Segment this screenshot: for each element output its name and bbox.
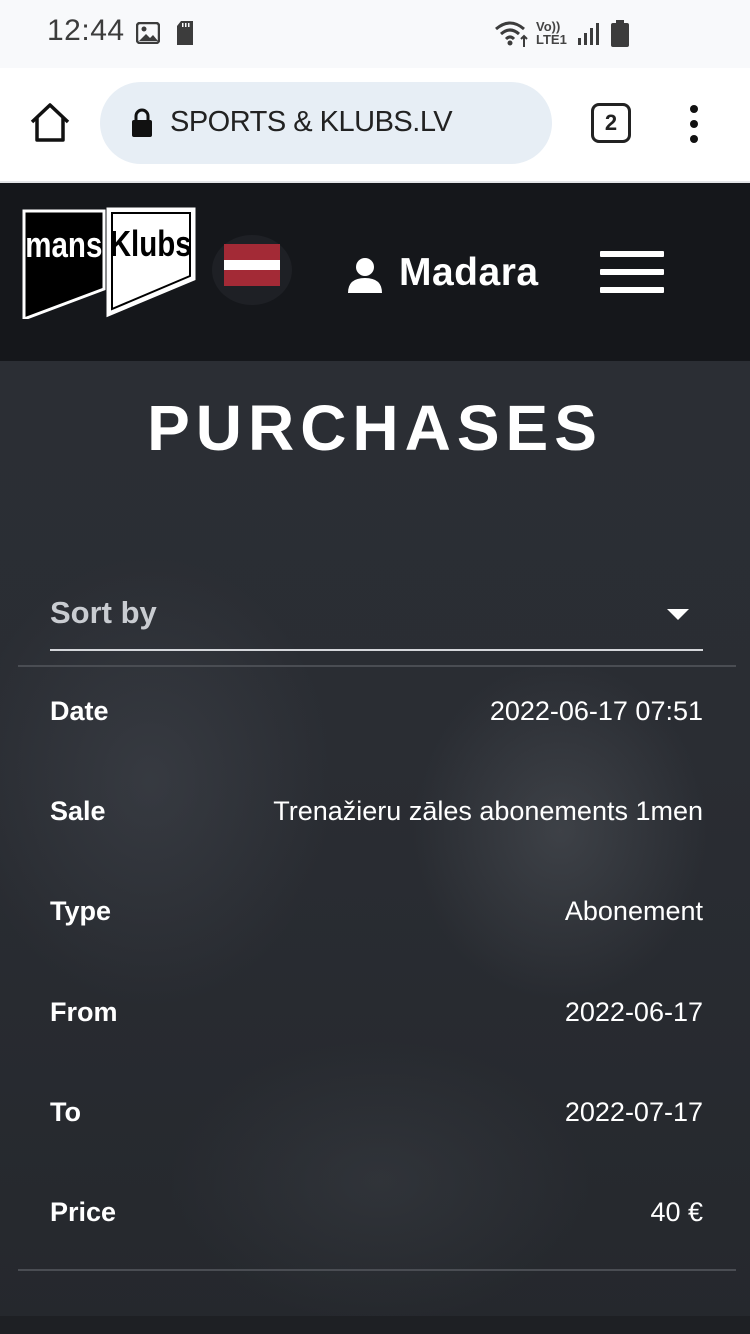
row-label: From [50,997,118,1027]
row-label: To [50,1097,81,1127]
purchase-row-sale: Sale Trenažieru zāles abonements 1men [50,786,703,846]
divider [18,1269,736,1271]
chevron-down-icon [667,609,689,620]
row-value: 2022-06-17 07:51 [489,696,703,726]
battery-icon [611,20,629,47]
purchase-row-type: Type Abonement [50,886,703,946]
row-value: 2022-07-17 [564,1097,703,1127]
sort-dropdown[interactable]: Sort by [50,589,703,651]
home-icon[interactable] [28,100,72,144]
row-label: Type [50,896,112,926]
wifi-icon [495,21,528,47]
address-bar[interactable]: SPORTS & KLUBS.LV [100,82,552,164]
sd-card-icon [177,21,193,45]
latvia-flag-icon [224,244,280,286]
browser-toolbar: SPORTS & KLUBS.LV 2 [0,68,750,183]
purchase-row-price: Price 40 € [50,1187,703,1247]
main-content: PURCHASES Sort by Date 2022-06-17 07:51 … [0,361,750,1334]
row-value: 2022-06-17 [564,997,703,1027]
user-icon[interactable] [346,257,384,293]
bottom-strip [0,1316,750,1334]
row-label: Price [50,1197,117,1227]
language-selector[interactable] [212,235,292,305]
gallery-icon [136,22,160,44]
row-value: Trenažieru zāles abonements 1men [273,796,703,826]
row-value: 40 € [650,1197,703,1227]
sort-label: Sort by [50,595,157,630]
hamburger-menu-icon[interactable] [600,251,664,293]
volte-icon: Vo)) LTE1 [536,19,567,47]
site-logo[interactable]: mans Klubs [22,207,197,319]
page-title: PURCHASES [147,392,603,464]
row-label: Date [50,696,109,726]
svg-text:mans: mans [25,224,102,264]
site-header: mans Klubs Madara [0,183,750,361]
user-name-link[interactable]: Madara [399,251,539,295]
signal-icon [578,23,599,45]
row-label: Sale [50,796,106,826]
more-vert-icon[interactable] [686,104,702,144]
purchase-row-date: Date 2022-06-17 07:51 [50,686,703,746]
divider [18,665,736,667]
status-bar: 12:44 Vo)) LTE1 [0,0,750,68]
tabs-button[interactable]: 2 [591,103,631,143]
svg-text:Klubs: Klubs [110,223,192,263]
purchase-row-from: From 2022-06-17 [50,987,703,1047]
url-text: SPORTS & KLUBS.LV [170,106,453,138]
purchase-row-to: To 2022-07-17 [50,1087,703,1147]
lock-icon [132,108,152,137]
status-time: 12:44 [47,14,125,47]
row-value: Abonement [564,896,703,926]
